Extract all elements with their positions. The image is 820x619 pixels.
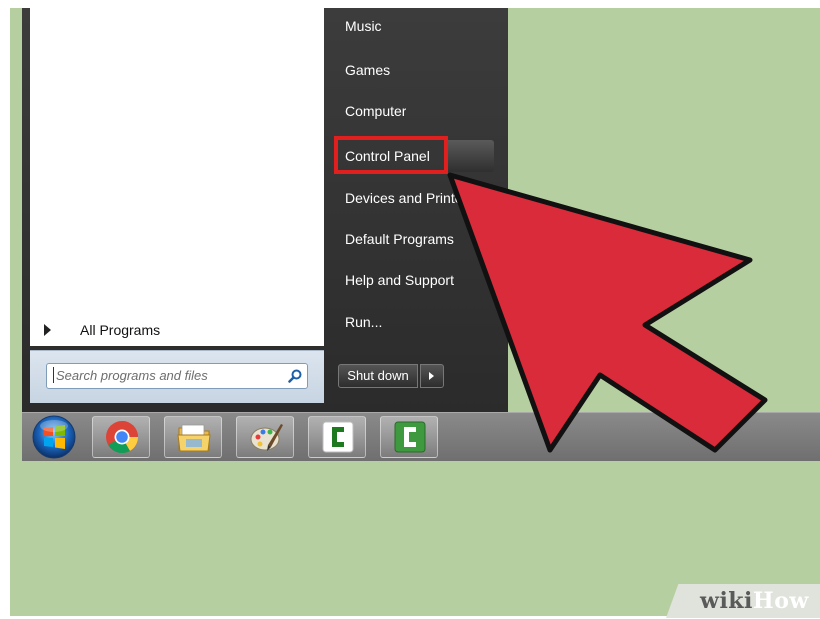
search-icon[interactable] [287, 368, 303, 384]
shutdown-button[interactable]: Shut down [338, 364, 418, 388]
start-menu-item-default-programs[interactable]: Default Programs [345, 231, 454, 247]
search-box[interactable] [46, 363, 308, 389]
all-programs-label: All Programs [80, 322, 161, 338]
control-panel-highlight-box [334, 136, 448, 174]
windows-start-orb-icon[interactable] [28, 414, 80, 460]
pointer-arrow-annotation [447, 172, 768, 453]
search-area [30, 350, 324, 403]
wikihow-logo: wikiHow [700, 588, 809, 614]
start-menu-item-run[interactable]: Run... [345, 314, 382, 330]
start-menu-item-games[interactable]: Games [345, 62, 390, 78]
camtasia-recorder-icon [394, 421, 426, 453]
paint-icon [250, 424, 283, 451]
chrome-icon [106, 421, 139, 454]
start-menu-item-music[interactable]: Music [345, 18, 382, 34]
camtasia-icon [322, 421, 354, 453]
search-input[interactable] [53, 367, 276, 383]
chevron-right-icon [44, 324, 51, 336]
start-menu-item-computer[interactable]: Computer [345, 103, 406, 119]
start-menu-item-help-support[interactable]: Help and Support [345, 272, 454, 288]
start-menu-programs-pane [30, 8, 324, 318]
file-explorer-icon [177, 424, 211, 452]
chevron-right-icon [429, 372, 434, 380]
all-programs-item[interactable]: All Programs [30, 318, 324, 346]
